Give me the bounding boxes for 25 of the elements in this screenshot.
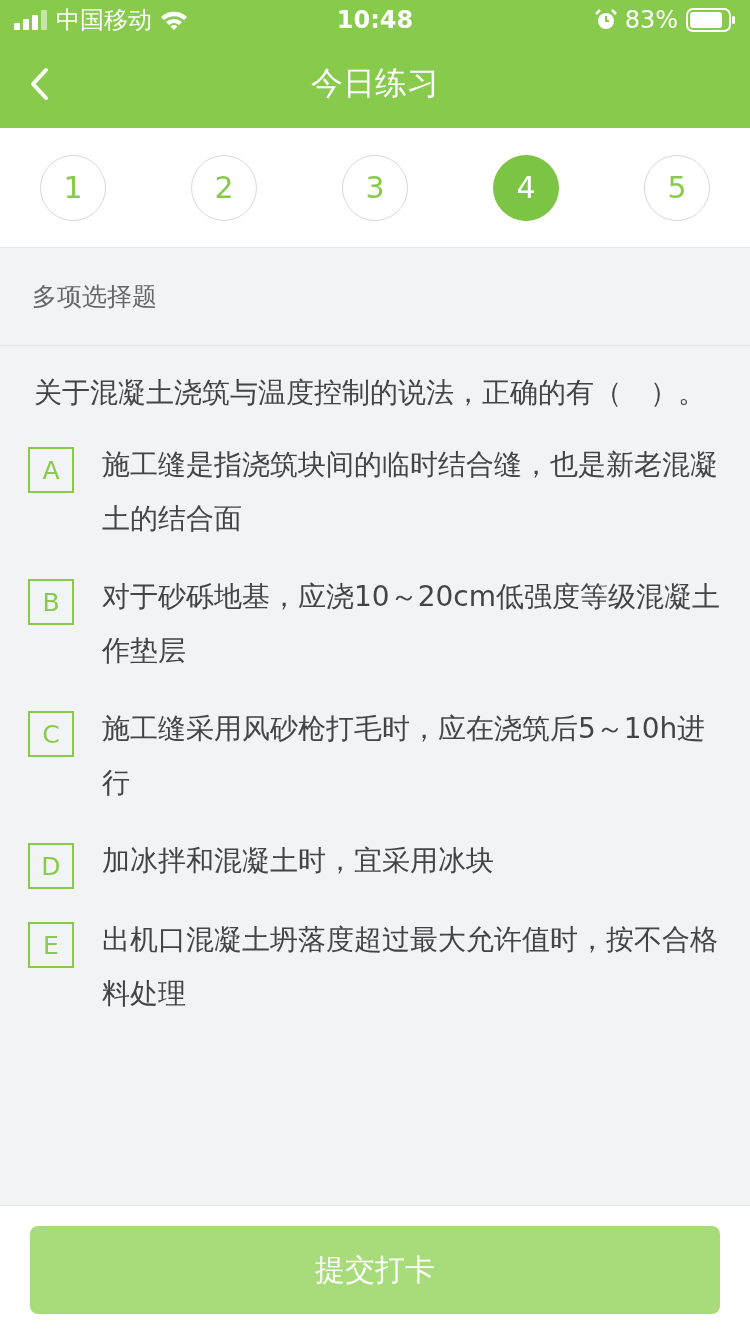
question-type: 多项选择题 xyxy=(32,281,157,313)
option-text[interactable]: 加冰拌和混凝土时，宜采用冰块 xyxy=(102,834,494,888)
carrier-name: 中国移动 xyxy=(56,5,152,36)
option-checkbox[interactable]: A xyxy=(28,447,74,493)
option-text[interactable]: 出机口混凝土坍落度超过最大允许值时，按不合格料处理 xyxy=(102,913,722,1021)
question-number-tab[interactable]: 1 xyxy=(40,154,106,221)
option-checkbox[interactable]: B xyxy=(28,579,74,625)
option-checkbox[interactable]: E xyxy=(28,922,74,968)
question-number-tab[interactable]: 5 xyxy=(644,154,710,221)
option-checkbox[interactable]: D xyxy=(28,843,74,889)
option-checkbox[interactable]: C xyxy=(28,711,74,757)
question-number-tab[interactable]: 4 xyxy=(493,154,559,221)
question-text: 关于混凝土浇筑与温度控制的说法，正确的有（ ）。 xyxy=(33,375,707,411)
battery-percent: 83% xyxy=(624,6,678,34)
question-number-tab[interactable]: 2 xyxy=(191,154,257,221)
battery-icon xyxy=(686,8,736,32)
status-time: 10:48 xyxy=(336,6,414,34)
page-title: 今日练习 xyxy=(311,64,439,102)
question-number-tab[interactable]: 3 xyxy=(342,154,408,221)
option-text[interactable]: 施工缝是指浇筑块间的临时结合缝，也是新老混凝土的结合面 xyxy=(102,438,722,546)
option-text[interactable]: 对于砂砾地基，应浇10～20cm低强度等级混凝土作垫层 xyxy=(102,570,722,678)
wifi-icon xyxy=(160,9,188,31)
signal-icon xyxy=(14,10,48,30)
alarm-clock-icon xyxy=(594,9,617,31)
option-text[interactable]: 施工缝采用风砂枪打毛时，应在浇筑后5～10h进行 xyxy=(102,702,722,810)
